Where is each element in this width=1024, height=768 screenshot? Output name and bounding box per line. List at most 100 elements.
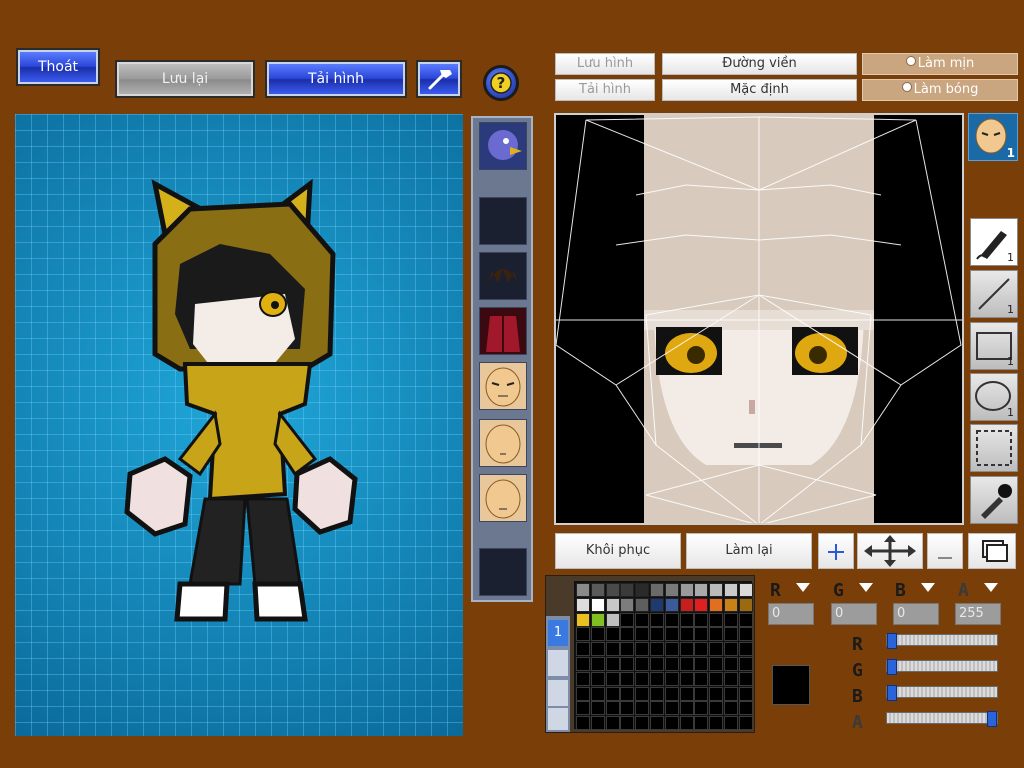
palette-swatch-empty[interactable] xyxy=(650,642,664,657)
palette-swatch-empty[interactable] xyxy=(590,627,605,642)
remove-point-button[interactable] xyxy=(927,533,963,569)
palette-swatch-empty[interactable] xyxy=(620,642,635,657)
palette-swatch-empty[interactable] xyxy=(605,671,620,686)
palette-swatch-empty[interactable] xyxy=(724,716,738,731)
palette-swatch-empty[interactable] xyxy=(738,671,753,686)
palette-swatch-empty[interactable] xyxy=(620,671,635,686)
palette-swatch-empty[interactable] xyxy=(635,701,650,716)
alpha-slider-knob[interactable] xyxy=(987,711,997,727)
palette-swatch-empty[interactable] xyxy=(694,671,709,686)
palette-swatch-empty[interactable] xyxy=(724,657,738,671)
palette-swatch[interactable] xyxy=(605,597,620,612)
palette-swatch-empty[interactable] xyxy=(650,686,664,701)
default-button[interactable]: Mặc định xyxy=(662,79,857,101)
palette-swatch[interactable] xyxy=(590,597,605,612)
help-button[interactable]: ? xyxy=(483,65,519,101)
blue-slider-knob[interactable] xyxy=(887,685,897,701)
green-slider[interactable] xyxy=(886,659,998,675)
palette-swatch[interactable] xyxy=(694,583,709,597)
palette-swatch-empty[interactable] xyxy=(590,671,605,686)
palette-swatch-empty[interactable] xyxy=(679,686,694,701)
palette-swatch-empty[interactable] xyxy=(724,642,738,657)
palette-swatch-empty[interactable] xyxy=(650,627,664,642)
parts-slot-outfit[interactable] xyxy=(479,307,527,355)
palette-tab-3[interactable] xyxy=(548,680,568,706)
red-slider[interactable] xyxy=(886,633,998,649)
smooth-radio[interactable] xyxy=(905,56,916,66)
palette-swatch[interactable] xyxy=(605,612,620,627)
brush-tool[interactable]: 1 xyxy=(970,218,1018,266)
palette-tab-1[interactable]: 1 xyxy=(548,620,568,646)
redo-button[interactable]: Làm lại xyxy=(686,533,812,569)
palette-swatch-empty[interactable] xyxy=(590,686,605,701)
palette-swatch[interactable] xyxy=(590,583,605,597)
palette-swatch-empty[interactable] xyxy=(724,671,738,686)
palette-swatch-empty[interactable] xyxy=(635,716,650,731)
palette-tab-4[interactable] xyxy=(548,708,568,730)
ellipse-tool[interactable]: 1 xyxy=(970,373,1018,421)
palette-swatch[interactable] xyxy=(576,583,590,597)
palette-swatch-empty[interactable] xyxy=(605,716,620,731)
palette-swatch-empty[interactable] xyxy=(605,701,620,716)
palette-swatch-empty[interactable] xyxy=(576,627,590,642)
palette-swatch-empty[interactable] xyxy=(724,686,738,701)
palette-swatch-empty[interactable] xyxy=(679,716,694,731)
palette-swatch-empty[interactable] xyxy=(620,716,635,731)
palette-swatch[interactable] xyxy=(576,612,590,627)
palette-swatch-empty[interactable] xyxy=(590,716,605,731)
palette-swatch-empty[interactable] xyxy=(738,716,753,731)
palette-swatch-empty[interactable] xyxy=(605,642,620,657)
palette-swatch-empty[interactable] xyxy=(694,642,709,657)
palette-swatch-empty[interactable] xyxy=(635,657,650,671)
alpha-channel-dropdown[interactable] xyxy=(984,583,998,592)
palette-swatch-empty[interactable] xyxy=(679,657,694,671)
hammer-button[interactable] xyxy=(416,60,462,98)
parts-slot-pet[interactable] xyxy=(479,122,527,170)
shade-radio[interactable] xyxy=(901,82,912,92)
palette-swatch-empty[interactable] xyxy=(679,671,694,686)
palette-swatch-empty[interactable] xyxy=(605,627,620,642)
palette-swatch[interactable] xyxy=(650,597,664,612)
palette-swatch-empty[interactable] xyxy=(664,657,679,671)
palette-swatch-empty[interactable] xyxy=(590,642,605,657)
palette-swatch[interactable] xyxy=(620,583,635,597)
palette-swatch[interactable] xyxy=(724,597,738,612)
palette-swatch-empty[interactable] xyxy=(620,627,635,642)
palette-swatch[interactable] xyxy=(709,597,724,612)
eyedropper-tool[interactable] xyxy=(970,476,1018,524)
palette-swatch[interactable] xyxy=(650,583,664,597)
palette-swatch-empty[interactable] xyxy=(605,657,620,671)
rectangle-tool[interactable]: 1 xyxy=(970,322,1018,370)
parts-slot-face-2[interactable] xyxy=(479,419,527,467)
blue-channel-dropdown[interactable] xyxy=(921,583,935,592)
palette-swatch-empty[interactable] xyxy=(709,627,724,642)
palette-swatch-empty[interactable] xyxy=(738,657,753,671)
save-image-button[interactable]: Lưu hình xyxy=(555,53,655,75)
palette-swatch[interactable] xyxy=(679,597,694,612)
face-editor-canvas[interactable] xyxy=(554,113,964,525)
load-image-button[interactable]: Tải hình xyxy=(265,60,407,98)
palette-swatch[interactable] xyxy=(664,597,679,612)
face-thumbnail[interactable]: 1 xyxy=(968,113,1018,161)
palette-swatch[interactable] xyxy=(590,612,605,627)
outline-button[interactable]: Đường viền xyxy=(662,53,857,75)
exit-button[interactable]: Thoát xyxy=(16,48,100,86)
palette-swatch-empty[interactable] xyxy=(590,657,605,671)
palette-swatch[interactable] xyxy=(679,583,694,597)
palette-swatch-empty[interactable] xyxy=(664,642,679,657)
palette-swatch-empty[interactable] xyxy=(694,627,709,642)
palette-swatch[interactable] xyxy=(738,583,753,597)
palette-swatch-empty[interactable] xyxy=(679,642,694,657)
palette-swatch-empty[interactable] xyxy=(620,612,635,627)
layers-button[interactable] xyxy=(968,533,1016,569)
palette-swatch-empty[interactable] xyxy=(664,716,679,731)
blue-channel-field[interactable]: 0 xyxy=(893,603,939,625)
palette-swatch-empty[interactable] xyxy=(709,642,724,657)
palette-swatch[interactable] xyxy=(724,583,738,597)
move-button[interactable] xyxy=(857,533,923,569)
palette-swatch-empty[interactable] xyxy=(694,657,709,671)
line-tool[interactable]: 1 xyxy=(970,270,1018,318)
palette-swatch-empty[interactable] xyxy=(620,686,635,701)
palette-swatch-empty[interactable] xyxy=(664,686,679,701)
palette-swatch-empty[interactable] xyxy=(679,627,694,642)
